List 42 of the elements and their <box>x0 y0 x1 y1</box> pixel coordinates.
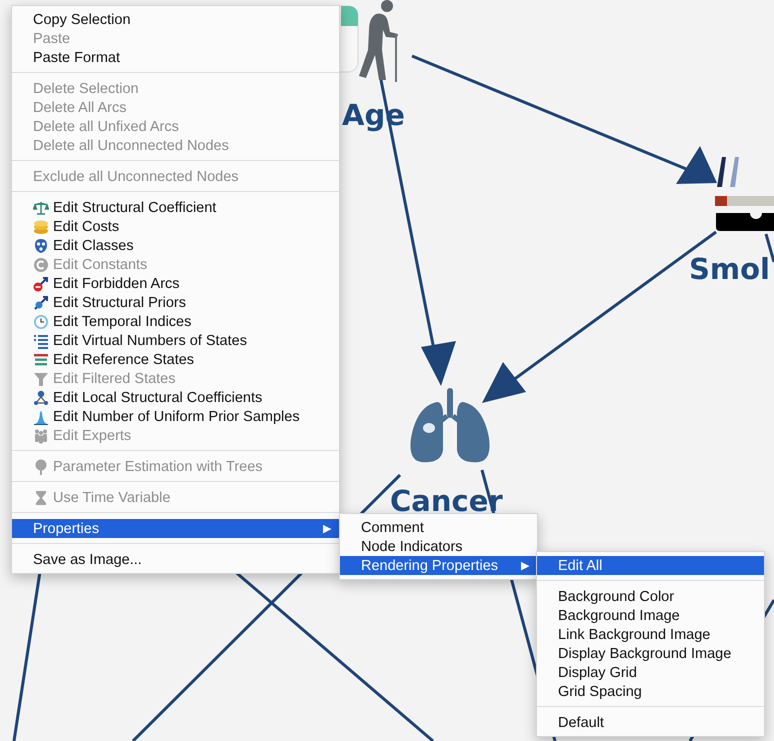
menu-item[interactable]: Edit Classes <box>12 236 339 255</box>
numbered-list-icon <box>33 332 49 348</box>
menu-item[interactable]: Edit Costs <box>12 217 339 236</box>
menu-item[interactable]: Edit Structural Coefficient <box>12 198 339 217</box>
menu-item[interactable]: Edit Number of Uniform Prior Samples <box>12 407 339 426</box>
tree-icon <box>33 458 49 474</box>
hourglass-icon <box>33 490 49 506</box>
menu-item[interactable]: Paste Format <box>12 48 339 67</box>
nodes-icon <box>33 390 49 406</box>
menu-item[interactable]: Properties ▶ <box>12 519 339 538</box>
menu-item[interactable]: Display Background Image <box>537 644 764 663</box>
cigarette-icon <box>714 155 774 233</box>
people-icon <box>33 428 49 444</box>
menu-item[interactable]: Edit Structural Priors <box>12 293 339 312</box>
menu-item[interactable]: Edit Virtual Numbers of States <box>12 331 339 350</box>
circle-icon <box>33 256 49 272</box>
menu-item[interactable]: Copy Selection <box>12 10 339 29</box>
menu-item[interactable]: Default <box>537 713 764 732</box>
menu-item[interactable]: Edit Local Structural Coefficients <box>12 388 339 407</box>
scale-icon <box>33 200 49 216</box>
shield-icon <box>33 238 49 254</box>
forbidden-arrow-icon <box>33 276 49 292</box>
menu-item[interactable]: Background Image <box>537 606 764 625</box>
menu-item[interactable]: Comment <box>340 518 537 537</box>
menu-item[interactable]: Node Indicators <box>340 537 537 556</box>
bell-curve-icon <box>33 408 49 424</box>
menu-item[interactable]: Link Background Image <box>537 625 764 644</box>
menu-item[interactable]: Rendering Properties ▶ <box>340 556 537 575</box>
coins-icon <box>33 218 49 234</box>
menu-item[interactable]: Edit Temporal Indices <box>12 312 339 331</box>
clock-icon <box>33 314 49 330</box>
menu-item[interactable]: Background Color <box>537 587 764 606</box>
bars-icon <box>33 352 49 368</box>
menu-item[interactable]: Save as Image... <box>12 550 339 569</box>
node-label: Smol <box>689 255 770 284</box>
funnel-icon <box>33 370 49 386</box>
menu-item[interactable]: Edit Forbidden Arcs <box>12 274 339 293</box>
menu-item[interactable]: Display Grid <box>537 663 764 682</box>
menu-item[interactable]: Edit Reference States <box>12 350 339 369</box>
arrow-icon <box>33 294 49 310</box>
menu-item[interactable]: Grid Spacing <box>537 682 764 701</box>
menu-item[interactable]: Edit All <box>537 556 764 575</box>
